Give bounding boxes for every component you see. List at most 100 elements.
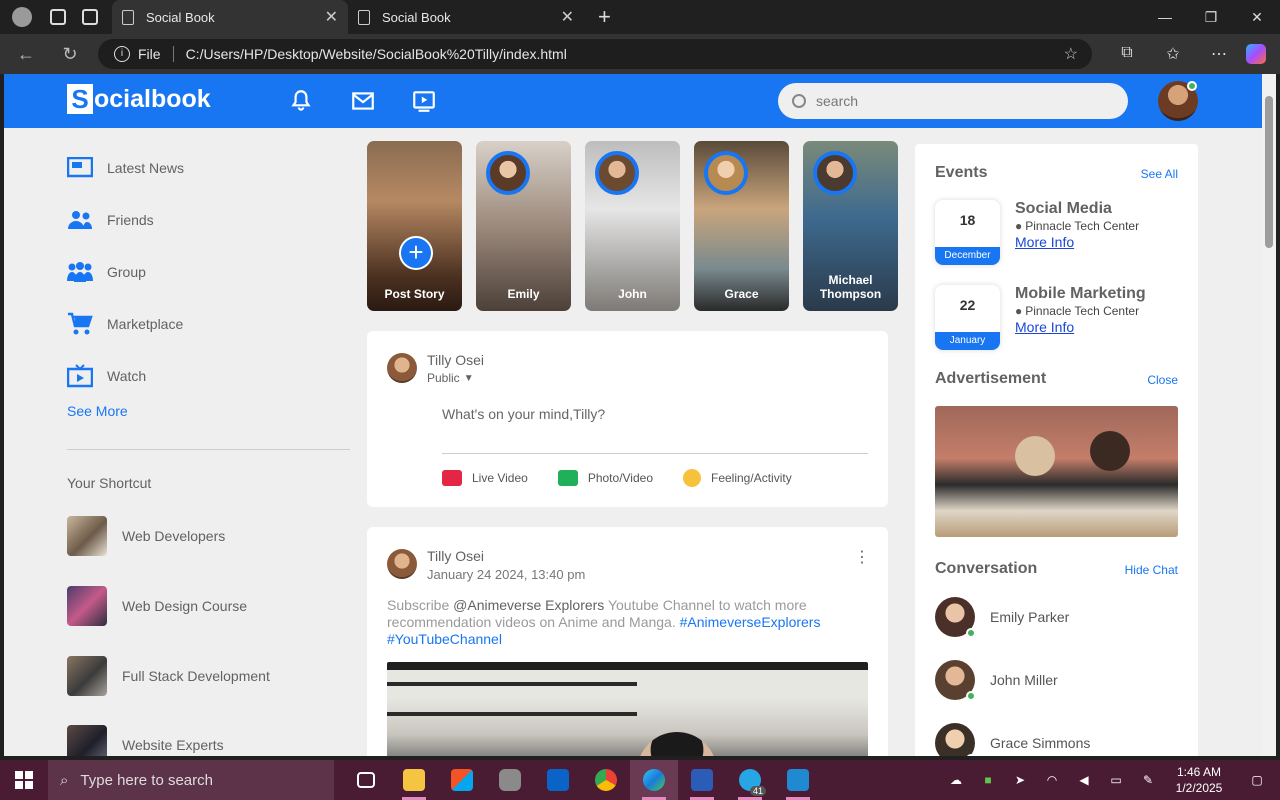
composer-input[interactable]: What's on your mind,Tilly?	[442, 406, 605, 422]
post-mention[interactable]: @Animeverse Explorers	[453, 597, 604, 613]
close-window-icon[interactable]: ✕	[1234, 9, 1280, 26]
post-menu-icon[interactable]: ⋮	[854, 550, 870, 566]
outlook-icon[interactable]	[534, 760, 582, 800]
live-video-button[interactable]: Live Video	[442, 470, 528, 486]
scrollbar-thumb[interactable]	[1265, 96, 1273, 248]
tab-actions-icon[interactable]	[82, 9, 98, 25]
security-icon[interactable]: ■	[972, 773, 1004, 787]
shortcut-full-stack-development[interactable]: Full Stack Development	[67, 656, 270, 696]
sidebar-item-group[interactable]: Group	[67, 246, 357, 298]
file-explorer-icon[interactable]	[390, 760, 438, 800]
search-input[interactable]: search	[778, 83, 1128, 119]
search-icon	[792, 94, 806, 108]
contact-avatar	[935, 723, 976, 756]
sidebar-item-latest-news[interactable]: Latest News	[67, 142, 357, 194]
word-icon[interactable]	[678, 760, 726, 800]
notification-icon[interactable]	[288, 88, 314, 114]
story-emily[interactable]: Emily	[476, 141, 571, 311]
more-info-link[interactable]: More Info	[1015, 234, 1074, 250]
advertisement-image[interactable]	[935, 406, 1178, 537]
extensions-icon[interactable]: ⧉	[1104, 44, 1150, 64]
event-location: ● Pinnacle Tech Center	[1015, 219, 1139, 233]
more-info-link[interactable]: More Info	[1015, 319, 1074, 335]
volume-icon[interactable]: ◀	[1068, 773, 1100, 787]
sidebar-item-friends[interactable]: Friends	[67, 194, 357, 246]
close-tab-icon[interactable]: ✕	[561, 7, 574, 27]
post-image[interactable]	[387, 662, 868, 756]
sidebar-item-watch[interactable]: Watch	[67, 350, 357, 402]
tab-title: Social Book	[382, 9, 451, 25]
windows-start-icon[interactable]	[0, 760, 48, 800]
telegram-tray-icon[interactable]: ➤	[1004, 773, 1036, 787]
shortcut-web-design-course[interactable]: Web Design Course	[67, 586, 247, 626]
page-scrollbar[interactable]	[1262, 74, 1276, 756]
shortcut-label: Web Developers	[122, 528, 226, 544]
favorite-icon[interactable]: ☆	[1064, 44, 1078, 64]
page-icon	[358, 9, 370, 25]
back-icon[interactable]: ←	[8, 44, 44, 65]
story-avatar	[595, 151, 639, 195]
privacy-select[interactable]: Public ▼	[427, 371, 474, 385]
restore-icon[interactable]: ❐	[1188, 9, 1234, 26]
feeling-activity-button[interactable]: Feeling/Activity	[683, 469, 792, 487]
workspaces-icon[interactable]	[50, 9, 66, 25]
video-icon[interactable]	[411, 88, 437, 114]
edge-icon[interactable]	[630, 760, 678, 800]
logo-letter: S	[67, 84, 93, 114]
wifi-icon[interactable]: ◠	[1036, 773, 1068, 787]
story-avatar	[704, 151, 748, 195]
info-icon[interactable]: i	[114, 46, 130, 62]
story-michael[interactable]: Michael Thompson	[803, 141, 898, 311]
see-all-link[interactable]: See All	[1141, 167, 1178, 181]
clock-date: 1/2/2025	[1175, 781, 1223, 795]
camera-app-icon[interactable]	[486, 760, 534, 800]
vscode-icon[interactable]	[774, 760, 822, 800]
site-logo[interactable]: S ocialbook	[67, 84, 211, 114]
minimize-icon[interactable]: —	[1142, 9, 1188, 25]
shortcut-website-experts[interactable]: Website Experts	[67, 725, 224, 756]
notifications-icon[interactable]: ▢	[1234, 773, 1280, 787]
taskbar-search[interactable]: ⌕ Type here to search	[48, 760, 334, 800]
url-text[interactable]: C:/Users/HP/Desktop/Website/SocialBook%2…	[186, 46, 567, 62]
favorites-icon[interactable]: ✩	[1150, 44, 1196, 64]
chrome-icon[interactable]	[582, 760, 630, 800]
onedrive-icon[interactable]: ☁	[940, 773, 972, 787]
refresh-icon[interactable]: ↻	[52, 44, 88, 65]
browser-tab-1[interactable]: Social Book ✕	[112, 0, 348, 34]
add-story-icon[interactable]: +	[399, 236, 433, 270]
news-icon	[67, 156, 93, 180]
contact-john-miller[interactable]: John Miller	[935, 660, 1058, 701]
close-ad-link[interactable]: Close	[1147, 373, 1178, 387]
store-icon[interactable]	[438, 760, 486, 800]
pen-icon[interactable]: ✎	[1132, 773, 1164, 787]
shortcut-thumbnail	[67, 586, 107, 626]
close-tab-icon[interactable]: ✕	[325, 7, 338, 27]
post-hashtag[interactable]: #AnimeverseExplorers	[680, 614, 821, 630]
more-menu-icon[interactable]: ⋯	[1196, 44, 1242, 64]
shortcut-heading: Your Shortcut	[67, 475, 152, 491]
story-grace[interactable]: Grace	[694, 141, 789, 311]
address-bar[interactable]: i File C:/Users/HP/Desktop/Website/Socia…	[98, 39, 1092, 69]
browser-tab-2[interactable]: Social Book ✕	[348, 0, 584, 34]
battery-icon[interactable]: ▭	[1100, 773, 1132, 787]
hide-chat-link[interactable]: Hide Chat	[1125, 563, 1178, 577]
contact-grace-simmons[interactable]: Grace Simmons	[935, 723, 1090, 756]
sidebar-item-marketplace[interactable]: Marketplace	[67, 298, 357, 350]
story-avatar	[486, 151, 530, 195]
shortcut-web-developers[interactable]: Web Developers	[67, 516, 225, 556]
profile-icon[interactable]	[12, 7, 32, 27]
mail-icon[interactable]	[350, 88, 376, 114]
contact-emily-parker[interactable]: Emily Parker	[935, 597, 1069, 638]
action-label: Live Video	[472, 471, 528, 485]
story-john[interactable]: John	[585, 141, 680, 311]
telegram-icon[interactable]: 41	[726, 760, 774, 800]
post-hashtag[interactable]: #YouTubeChannel	[387, 631, 502, 647]
see-more-link[interactable]: See More	[67, 403, 128, 419]
task-view-icon[interactable]	[342, 760, 390, 800]
copilot-icon[interactable]	[1246, 44, 1266, 64]
photo-video-button[interactable]: Photo/Video	[557, 470, 653, 486]
story-post[interactable]: + Post Story	[367, 141, 462, 311]
clock[interactable]: 1:46 AM 1/2/2025	[1164, 764, 1234, 796]
story-name: John	[618, 287, 647, 301]
new-tab-icon[interactable]: +	[598, 4, 611, 30]
